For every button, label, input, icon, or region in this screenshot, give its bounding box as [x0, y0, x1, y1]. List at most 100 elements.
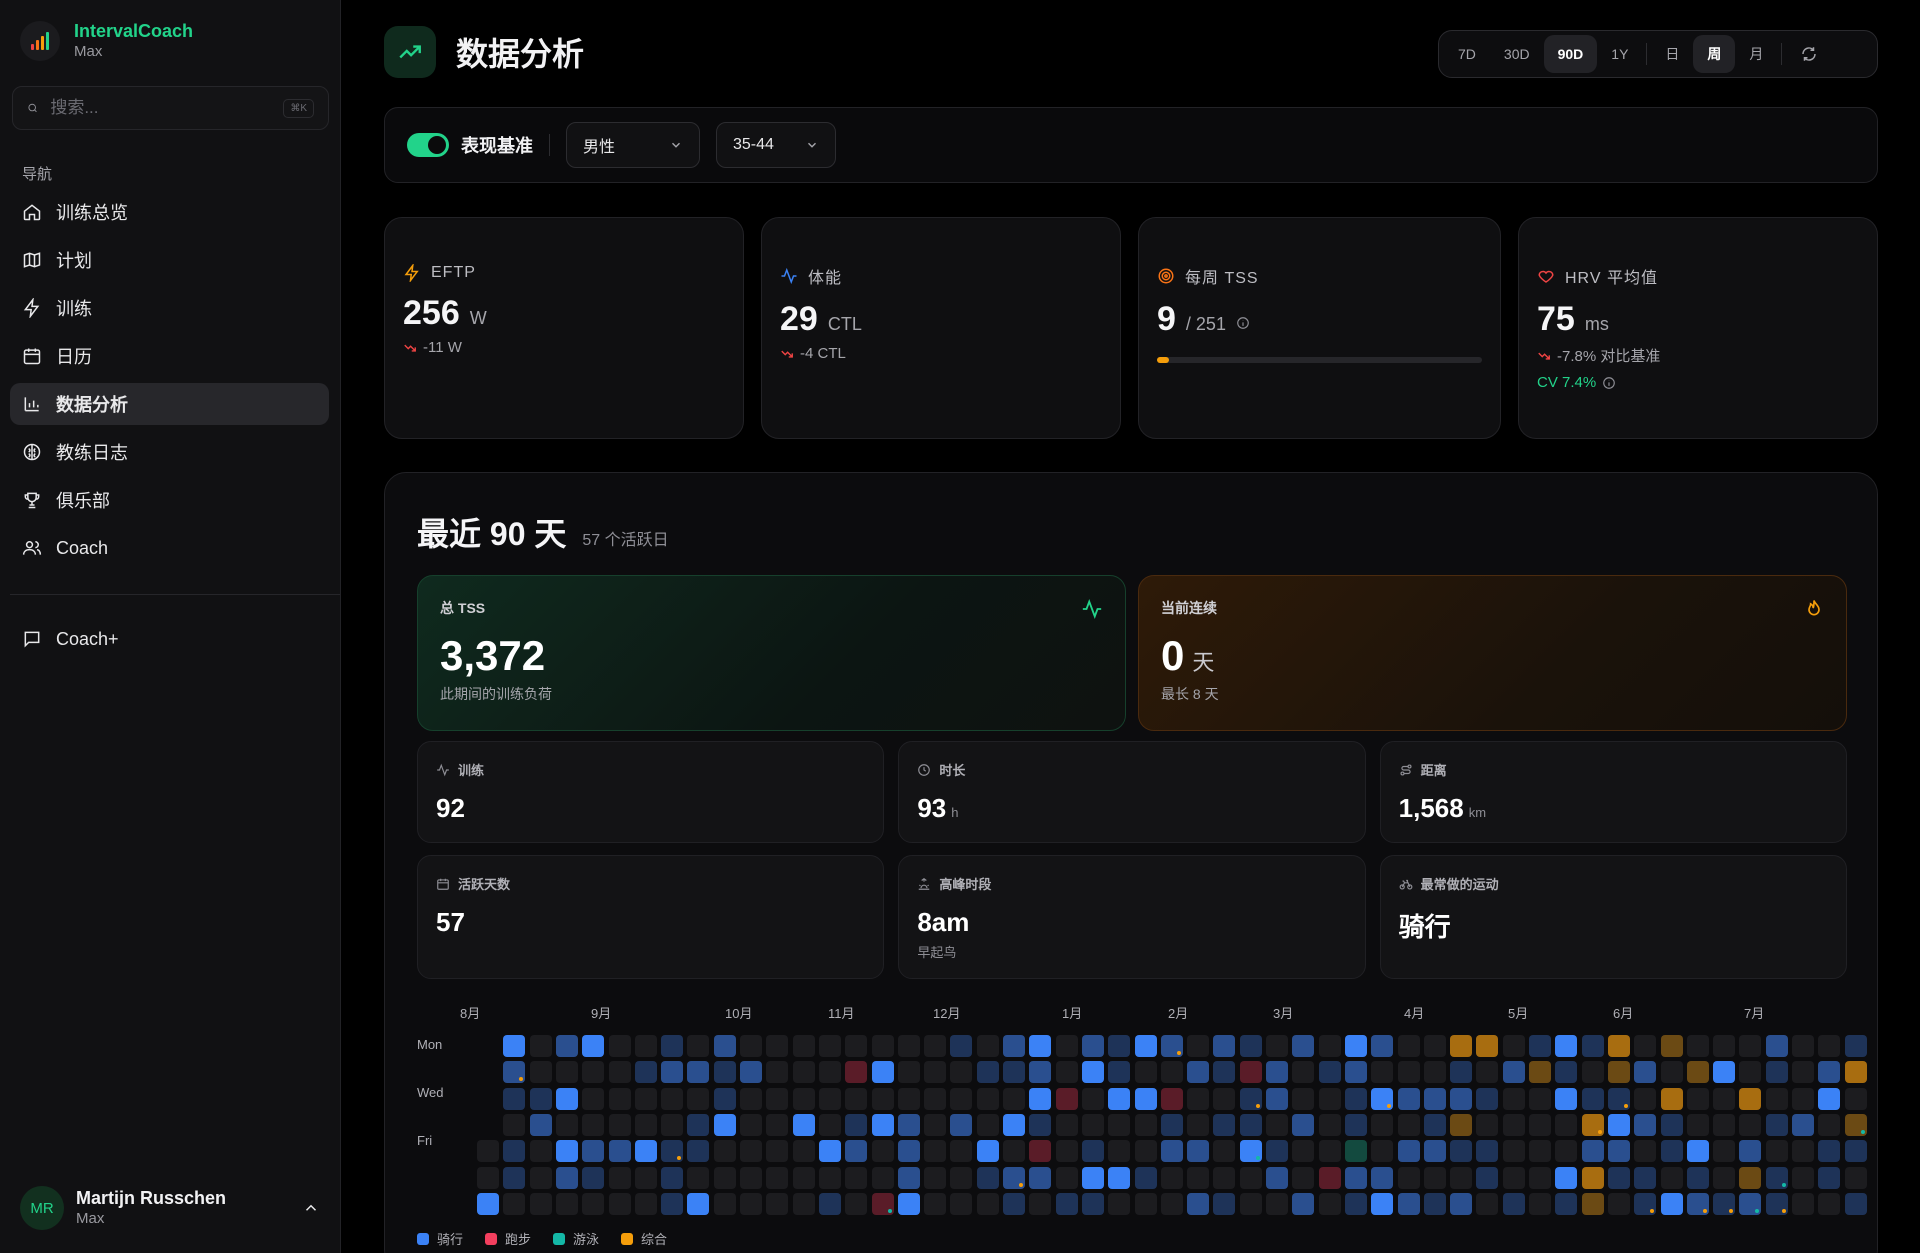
heatmap-cell[interactable]: [1187, 1140, 1210, 1163]
heatmap-cell[interactable]: [713, 1192, 736, 1215]
heatmap-cell[interactable]: [1108, 1035, 1131, 1057]
heatmap-cell[interactable]: [503, 1113, 526, 1136]
heatmap-cell[interactable]: [950, 1087, 973, 1110]
heatmap-cell[interactable]: [1134, 1061, 1157, 1084]
tile-active-days[interactable]: 活跃天数 57: [417, 855, 885, 979]
heatmap-cell[interactable]: [1029, 1035, 1052, 1057]
heatmap-cell[interactable]: [766, 1192, 789, 1215]
heatmap-cell[interactable]: [897, 1113, 920, 1136]
heatmap-cell[interactable]: [1213, 1140, 1236, 1163]
heatmap-cell[interactable]: [845, 1192, 868, 1215]
heatmap-cell[interactable]: [1634, 1140, 1657, 1163]
heatmap-cell[interactable]: [1371, 1087, 1394, 1110]
heatmap-cell[interactable]: [1660, 1061, 1683, 1084]
heatmap-cell[interactable]: [687, 1087, 710, 1110]
heatmap-cell[interactable]: [1634, 1192, 1657, 1215]
heatmap-cell[interactable]: [1660, 1192, 1683, 1215]
heatmap-cell[interactable]: [1318, 1140, 1341, 1163]
heatmap-cell[interactable]: [1371, 1166, 1394, 1189]
heatmap-cell[interactable]: [1844, 1192, 1867, 1215]
heatmap-cell[interactable]: [1476, 1061, 1499, 1084]
heatmap-cell[interactable]: [503, 1087, 526, 1110]
user-menu[interactable]: MR Martijn Russchen Max: [20, 1186, 320, 1230]
heatmap-cell[interactable]: [1239, 1087, 1262, 1110]
heatmap-cell[interactable]: [1555, 1087, 1578, 1110]
heatmap-cell[interactable]: [1634, 1061, 1657, 1084]
heatmap-cell[interactable]: [1818, 1166, 1841, 1189]
heatmap-cell[interactable]: [1081, 1113, 1104, 1136]
heatmap-cell[interactable]: [897, 1035, 920, 1057]
heatmap-cell[interactable]: [529, 1113, 552, 1136]
heatmap-cell[interactable]: [818, 1113, 841, 1136]
heatmap-cell[interactable]: [582, 1035, 605, 1057]
heatmap-cell[interactable]: [950, 1061, 973, 1084]
heatmap-cell[interactable]: [1739, 1087, 1762, 1110]
search-input[interactable]: [50, 98, 272, 118]
heatmap-cell[interactable]: [1502, 1140, 1525, 1163]
heatmap-cell[interactable]: [608, 1140, 631, 1163]
heatmap-cell[interactable]: [1555, 1140, 1578, 1163]
heatmap-cell[interactable]: [529, 1166, 552, 1189]
nav-item-analytics[interactable]: 数据分析: [10, 383, 329, 425]
heatmap-cell[interactable]: [661, 1087, 684, 1110]
heatmap-cell[interactable]: [1371, 1140, 1394, 1163]
heatmap-cell[interactable]: [1108, 1061, 1131, 1084]
heatmap-cell[interactable]: [1555, 1113, 1578, 1136]
heatmap-cell[interactable]: [634, 1140, 657, 1163]
heatmap-cell[interactable]: [1581, 1087, 1604, 1110]
heatmap-cell[interactable]: [1160, 1192, 1183, 1215]
heatmap-cell[interactable]: [897, 1166, 920, 1189]
heatmap-cell[interactable]: [1476, 1035, 1499, 1057]
heatmap-cell[interactable]: [1844, 1035, 1867, 1057]
heatmap-cell[interactable]: [661, 1140, 684, 1163]
heatmap-cell[interactable]: [792, 1087, 815, 1110]
heatmap-cell[interactable]: [1450, 1061, 1473, 1084]
heatmap-cell[interactable]: [634, 1113, 657, 1136]
heatmap-cell[interactable]: [818, 1166, 841, 1189]
tile-workouts[interactable]: 训练 92: [417, 741, 885, 843]
heatmap-cell[interactable]: [950, 1140, 973, 1163]
heatmap-cell[interactable]: [845, 1166, 868, 1189]
heatmap-cell[interactable]: [792, 1166, 815, 1189]
heatmap-cell[interactable]: [1607, 1035, 1630, 1057]
heatmap-cell[interactable]: [1344, 1087, 1367, 1110]
heatmap-cell[interactable]: [1003, 1166, 1025, 1189]
heatmap-cell[interactable]: [1397, 1035, 1420, 1057]
heatmap-cell[interactable]: [1792, 1113, 1814, 1136]
heatmap-cell[interactable]: [687, 1166, 710, 1189]
heatmap-cell[interactable]: [924, 1061, 947, 1084]
heatmap-cell[interactable]: [766, 1166, 789, 1189]
heatmap-cell[interactable]: [1003, 1061, 1025, 1084]
heatmap-cell[interactable]: [1555, 1192, 1578, 1215]
heatmap-cell[interactable]: [1476, 1140, 1499, 1163]
heatmap-cell[interactable]: [1160, 1061, 1183, 1084]
heatmap-cell[interactable]: [608, 1087, 631, 1110]
heatmap-cell[interactable]: [871, 1113, 894, 1136]
heatmap-cell[interactable]: [871, 1140, 894, 1163]
heatmap-cell[interactable]: [1607, 1113, 1630, 1136]
heatmap-cell[interactable]: [1713, 1113, 1736, 1136]
range-30d[interactable]: 30D: [1490, 35, 1544, 73]
heatmap-cell[interactable]: [740, 1035, 762, 1057]
heatmap-cell[interactable]: [1423, 1140, 1446, 1163]
heatmap-cell[interactable]: [976, 1166, 999, 1189]
heatmap-cell[interactable]: [1581, 1192, 1604, 1215]
range-7d[interactable]: 7D: [1444, 35, 1490, 73]
legend-item[interactable]: 跑步: [485, 1229, 531, 1248]
heatmap-cell[interactable]: [1450, 1192, 1473, 1215]
range-90d[interactable]: 90D: [1543, 35, 1598, 73]
heatmap-cell[interactable]: [1187, 1087, 1210, 1110]
tile-distance[interactable]: 距离 1,568 km: [1379, 741, 1847, 843]
heatmap-cell[interactable]: [871, 1035, 894, 1057]
heatmap-cell[interactable]: [1003, 1087, 1025, 1110]
heatmap-cell[interactable]: [1344, 1140, 1367, 1163]
heatmap-cell[interactable]: [1108, 1140, 1131, 1163]
heatmap-cell[interactable]: [1344, 1166, 1367, 1189]
heatmap-cell[interactable]: [713, 1140, 736, 1163]
heatmap-cell[interactable]: [1686, 1113, 1709, 1136]
heatmap-cell[interactable]: [1055, 1166, 1078, 1189]
heatmap-cell[interactable]: [529, 1061, 552, 1084]
heatmap-cell[interactable]: [1607, 1087, 1630, 1110]
heatmap-cell[interactable]: [924, 1140, 947, 1163]
heatmap-cell[interactable]: [1581, 1140, 1604, 1163]
